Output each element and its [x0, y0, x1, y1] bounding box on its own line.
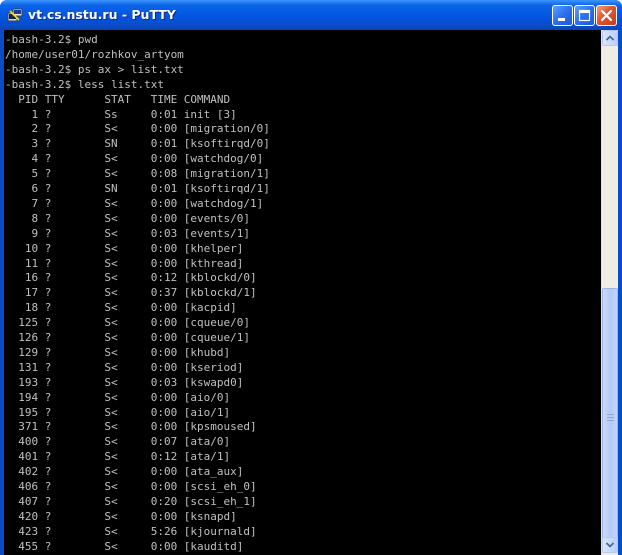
process-row: 6 ? SN 0:01 [ksoftirqd/1] — [5, 182, 270, 195]
arrow-up-icon — [605, 35, 615, 41]
process-row: 406 ? S< 0:00 [scsi_eh_0] — [5, 480, 257, 493]
scroll-thumb[interactable] — [602, 288, 618, 550]
process-row: 407 ? S< 0:20 [scsi_eh_1] — [5, 494, 257, 508]
scroll-down-button[interactable] — [602, 537, 618, 553]
process-row: 1 ? Ss 0:01 init [3] — [5, 107, 237, 121]
process-row: 195 ? S< 0:00 [aio/1] — [5, 405, 231, 419]
terminal-output[interactable]: -bash-3.2$ pwd/home/user01/rozhkov_artyo… — [4, 30, 601, 555]
process-row: 16 ? S< 0:12 [kblockd/0] — [5, 271, 257, 285]
process-row: 129 ? S< 0:00 [khubd] — [5, 345, 231, 359]
process-row: 194 ? S< 0:00 [aio/0] — [5, 390, 231, 404]
process-row: 4 ? S< 0:00 [watchdog/0] — [5, 152, 264, 166]
process-row: 455 ? S< 0:00 [kauditd] — [5, 539, 244, 553]
process-row: 17 ? S< 0:37 [kblockd/1] — [5, 286, 257, 300]
process-row: 193 ? S< 0:03 [kswapd0] — [5, 375, 244, 389]
process-row: 7 ? S< 0:00 [watchdog/1] — [5, 196, 264, 210]
shell-line: -bash-3.2$ ps ax > list.txt — [5, 62, 184, 76]
process-row: 420 ? S< 0:00 [ksnapd] — [5, 509, 237, 523]
process-row: 10 ? S< 0:00 [khelper] — [5, 241, 244, 255]
process-row: 11 ? S< 0:00 [kthread] — [5, 256, 244, 270]
window-frame-right — [618, 30, 622, 555]
shell-line: -bash-3.2$ less list.txt — [5, 77, 164, 91]
arrow-down-icon — [605, 542, 615, 548]
process-row: 8 ? S< 0:00 [events/0] — [5, 211, 251, 225]
process-row: 400 ? S< 0:07 [ata/0] — [5, 435, 231, 449]
process-row: 5 ? S< 0:08 [migration/1] — [5, 167, 270, 181]
process-row: 126 ? S< 0:00 [cqueue/1] — [5, 331, 251, 344]
thumb-grip — [607, 417, 614, 418]
scroll-up-button[interactable] — [602, 30, 618, 46]
shell-line: -bash-3.2$ pwd — [5, 33, 98, 46]
title-bar[interactable]: vt.cs.nstu.ru - PuTTY — [0, 0, 622, 30]
maximize-button[interactable] — [574, 5, 595, 26]
process-row: 423 ? S< 5:26 [kjournald] — [5, 524, 257, 538]
process-row: 131 ? S< 0:00 [kseriod] — [5, 360, 244, 374]
thumb-grip — [607, 420, 614, 421]
window-title: vt.cs.nstu.ru - PuTTY — [28, 7, 176, 22]
process-row: 2 ? S< 0:00 [migration/0] — [5, 122, 270, 136]
putty-icon[interactable] — [7, 7, 23, 23]
close-icon — [600, 9, 613, 22]
minimize-icon — [558, 18, 565, 21]
process-row: 402 ? S< 0:00 [ata_aux] — [5, 465, 244, 479]
shell-line: /home/user01/rozhkov_artyom — [5, 47, 184, 61]
maximize-icon — [578, 9, 591, 22]
minimize-button[interactable] — [552, 5, 573, 26]
putty-window: vt.cs.nstu.ru - PuTTY -bash-3.2$ pwd/hom… — [0, 0, 622, 555]
process-row: 401 ? S< 0:12 [ata/1] — [5, 450, 231, 464]
process-table-header: PID TTY STAT TIME COMMAND — [5, 92, 231, 106]
process-row: 18 ? S< 0:00 [kacpid] — [5, 301, 237, 315]
vertical-scrollbar[interactable] — [601, 30, 618, 555]
close-button[interactable] — [596, 5, 617, 26]
process-row: 125 ? S< 0:00 [cqueue/0] — [5, 316, 251, 330]
thumb-grip — [607, 414, 614, 415]
process-row: 3 ? SN 0:01 [ksoftirqd/0] — [5, 137, 270, 151]
process-row: 9 ? S< 0:03 [events/1] — [5, 226, 251, 240]
process-row: 371 ? S< 0:00 [kpsmoused] — [5, 420, 257, 434]
